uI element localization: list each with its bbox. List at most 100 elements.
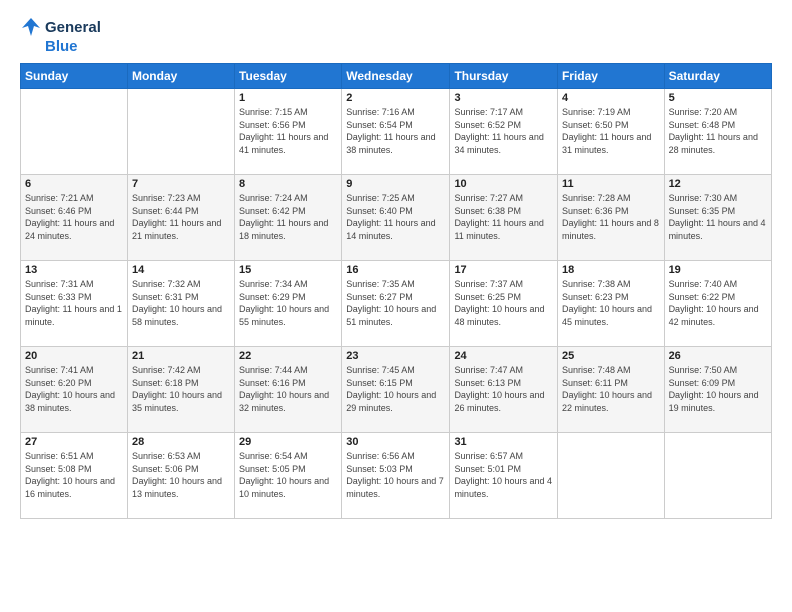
calendar-cell	[21, 89, 128, 175]
day-info: Sunrise: 6:53 AMSunset: 5:06 PMDaylight:…	[132, 450, 230, 500]
day-number: 13	[25, 264, 123, 276]
day-info: Sunrise: 7:28 AMSunset: 6:36 PMDaylight:…	[562, 192, 660, 242]
day-number: 4	[562, 92, 660, 104]
calendar-cell: 13 Sunrise: 7:31 AMSunset: 6:33 PMDayligh…	[21, 261, 128, 347]
day-number: 27	[25, 436, 123, 448]
day-number: 30	[346, 436, 445, 448]
calendar-cell: 20 Sunrise: 7:41 AMSunset: 6:20 PMDayligh…	[21, 347, 128, 433]
day-info: Sunrise: 7:30 AMSunset: 6:35 PMDaylight:…	[669, 192, 767, 242]
day-header-tuesday: Tuesday	[235, 64, 342, 89]
logo-bird-icon	[20, 16, 42, 38]
day-info: Sunrise: 7:37 AMSunset: 6:25 PMDaylight:…	[454, 278, 553, 328]
day-number: 5	[669, 92, 767, 104]
day-number: 3	[454, 92, 553, 104]
calendar-cell: 26Sunrise: 7:50 AMSunset: 6:09 PMDayligh…	[664, 347, 771, 433]
day-number: 12	[669, 178, 767, 190]
calendar-cell	[664, 433, 771, 519]
calendar-cell: 28Sunrise: 6:53 AMSunset: 5:06 PMDayligh…	[127, 433, 234, 519]
day-info: Sunrise: 7:38 AMSunset: 6:23 PMDaylight:…	[562, 278, 660, 328]
day-info: Sunrise: 7:23 AMSunset: 6:44 PMDaylight:…	[132, 192, 230, 242]
calendar-cell: 10 Sunrise: 7:27 AMSunset: 6:38 PMDayligh…	[450, 175, 558, 261]
day-info: Sunrise: 7:27 AMSunset: 6:38 PMDaylight:…	[454, 192, 553, 242]
calendar-week-2: 13 Sunrise: 7:31 AMSunset: 6:33 PMDayligh…	[21, 261, 772, 347]
calendar-cell: 29 Sunrise: 6:54 AMSunset: 5:05 PMDayligh…	[235, 433, 342, 519]
day-number: 22	[239, 350, 337, 362]
calendar-cell: 31 Sunrise: 6:57 AMSunset: 5:01 PMDayligh…	[450, 433, 558, 519]
day-info: Sunrise: 6:56 AMSunset: 5:03 PMDaylight:…	[346, 450, 445, 500]
day-number: 7	[132, 178, 230, 190]
day-info: Sunrise: 7:32 AMSunset: 6:31 PMDaylight:…	[132, 278, 230, 328]
day-info: Sunrise: 7:48 AMSunset: 6:11 PMDaylight:…	[562, 364, 660, 414]
day-number: 14	[132, 264, 230, 276]
day-header-sunday: Sunday	[21, 64, 128, 89]
calendar-cell: 27 Sunrise: 6:51 AMSunset: 5:08 PMDayligh…	[21, 433, 128, 519]
calendar-cell	[557, 433, 664, 519]
calendar-cell	[127, 89, 234, 175]
day-info: Sunrise: 7:20 AMSunset: 6:48 PMDaylight:…	[669, 106, 767, 156]
logo-area: General Blue	[20, 16, 101, 55]
calendar-cell: 8 Sunrise: 7:24 AMSunset: 6:42 PMDaylight…	[235, 175, 342, 261]
calendar-week-0: 1Sunrise: 7:15 AMSunset: 6:56 PMDaylight…	[21, 89, 772, 175]
calendar-cell: 23Sunrise: 7:45 AMSunset: 6:15 PMDayligh…	[342, 347, 450, 433]
calendar-cell: 21 Sunrise: 7:42 AMSunset: 6:18 PMDayligh…	[127, 347, 234, 433]
calendar-cell: 17 Sunrise: 7:37 AMSunset: 6:25 PMDayligh…	[450, 261, 558, 347]
calendar-cell: 3 Sunrise: 7:17 AMSunset: 6:52 PMDaylight…	[450, 89, 558, 175]
day-number: 11	[562, 178, 660, 190]
calendar-cell: 9 Sunrise: 7:25 AMSunset: 6:40 PMDaylight…	[342, 175, 450, 261]
day-info: Sunrise: 7:35 AMSunset: 6:27 PMDaylight:…	[346, 278, 445, 328]
day-number: 31	[454, 436, 553, 448]
calendar-cell: 2 Sunrise: 7:16 AMSunset: 6:54 PMDaylight…	[342, 89, 450, 175]
day-info: Sunrise: 7:44 AMSunset: 6:16 PMDaylight:…	[239, 364, 337, 414]
day-info: Sunrise: 6:54 AMSunset: 5:05 PMDaylight:…	[239, 450, 337, 500]
day-info: Sunrise: 7:47 AMSunset: 6:13 PMDaylight:…	[454, 364, 553, 414]
day-header-thursday: Thursday	[450, 64, 558, 89]
logo-text-general: General	[45, 19, 101, 36]
calendar-cell: 7 Sunrise: 7:23 AMSunset: 6:44 PMDaylight…	[127, 175, 234, 261]
logo: General	[20, 16, 101, 38]
logo-text-blue: Blue	[45, 38, 78, 55]
calendar-header-row: SundayMondayTuesdayWednesdayThursdayFrid…	[21, 64, 772, 89]
calendar-cell: 1Sunrise: 7:15 AMSunset: 6:56 PMDaylight…	[235, 89, 342, 175]
calendar-cell: 24Sunrise: 7:47 AMSunset: 6:13 PMDayligh…	[450, 347, 558, 433]
calendar-cell: 18Sunrise: 7:38 AMSunset: 6:23 PMDayligh…	[557, 261, 664, 347]
day-number: 8	[239, 178, 337, 190]
calendar-cell: 30 Sunrise: 6:56 AMSunset: 5:03 PMDayligh…	[342, 433, 450, 519]
calendar-cell: 14 Sunrise: 7:32 AMSunset: 6:31 PMDayligh…	[127, 261, 234, 347]
calendar-cell: 25 Sunrise: 7:48 AMSunset: 6:11 PMDayligh…	[557, 347, 664, 433]
calendar-cell: 22 Sunrise: 7:44 AMSunset: 6:16 PMDayligh…	[235, 347, 342, 433]
day-info: Sunrise: 7:50 AMSunset: 6:09 PMDaylight:…	[669, 364, 767, 414]
day-info: Sunrise: 7:42 AMSunset: 6:18 PMDaylight:…	[132, 364, 230, 414]
calendar-week-4: 27 Sunrise: 6:51 AMSunset: 5:08 PMDayligh…	[21, 433, 772, 519]
day-number: 10	[454, 178, 553, 190]
day-info: Sunrise: 6:57 AMSunset: 5:01 PMDaylight:…	[454, 450, 553, 500]
calendar-week-3: 20 Sunrise: 7:41 AMSunset: 6:20 PMDayligh…	[21, 347, 772, 433]
day-info: Sunrise: 7:31 AMSunset: 6:33 PMDaylight:…	[25, 278, 123, 328]
day-info: Sunrise: 7:16 AMSunset: 6:54 PMDaylight:…	[346, 106, 445, 156]
day-info: Sunrise: 7:17 AMSunset: 6:52 PMDaylight:…	[454, 106, 553, 156]
calendar-week-1: 6 Sunrise: 7:21 AMSunset: 6:46 PMDaylight…	[21, 175, 772, 261]
page-header: General Blue	[20, 16, 772, 55]
day-number: 15	[239, 264, 337, 276]
day-info: Sunrise: 6:51 AMSunset: 5:08 PMDaylight:…	[25, 450, 123, 500]
day-info: Sunrise: 7:40 AMSunset: 6:22 PMDaylight:…	[669, 278, 767, 328]
day-number: 16	[346, 264, 445, 276]
day-info: Sunrise: 7:19 AMSunset: 6:50 PMDaylight:…	[562, 106, 660, 156]
day-number: 17	[454, 264, 553, 276]
day-number: 29	[239, 436, 337, 448]
day-number: 21	[132, 350, 230, 362]
calendar-cell: 11 Sunrise: 7:28 AMSunset: 6:36 PMDayligh…	[557, 175, 664, 261]
day-number: 2	[346, 92, 445, 104]
calendar-cell: 16 Sunrise: 7:35 AMSunset: 6:27 PMDayligh…	[342, 261, 450, 347]
day-info: Sunrise: 7:21 AMSunset: 6:46 PMDaylight:…	[25, 192, 123, 242]
day-info: Sunrise: 7:25 AMSunset: 6:40 PMDaylight:…	[346, 192, 445, 242]
day-info: Sunrise: 7:41 AMSunset: 6:20 PMDaylight:…	[25, 364, 123, 414]
day-number: 1	[239, 92, 337, 104]
day-number: 20	[25, 350, 123, 362]
calendar-cell: 4 Sunrise: 7:19 AMSunset: 6:50 PMDaylight…	[557, 89, 664, 175]
day-info: Sunrise: 7:24 AMSunset: 6:42 PMDaylight:…	[239, 192, 337, 242]
day-info: Sunrise: 7:45 AMSunset: 6:15 PMDaylight:…	[346, 364, 445, 414]
day-number: 6	[25, 178, 123, 190]
day-number: 25	[562, 350, 660, 362]
day-header-saturday: Saturday	[664, 64, 771, 89]
day-number: 9	[346, 178, 445, 190]
